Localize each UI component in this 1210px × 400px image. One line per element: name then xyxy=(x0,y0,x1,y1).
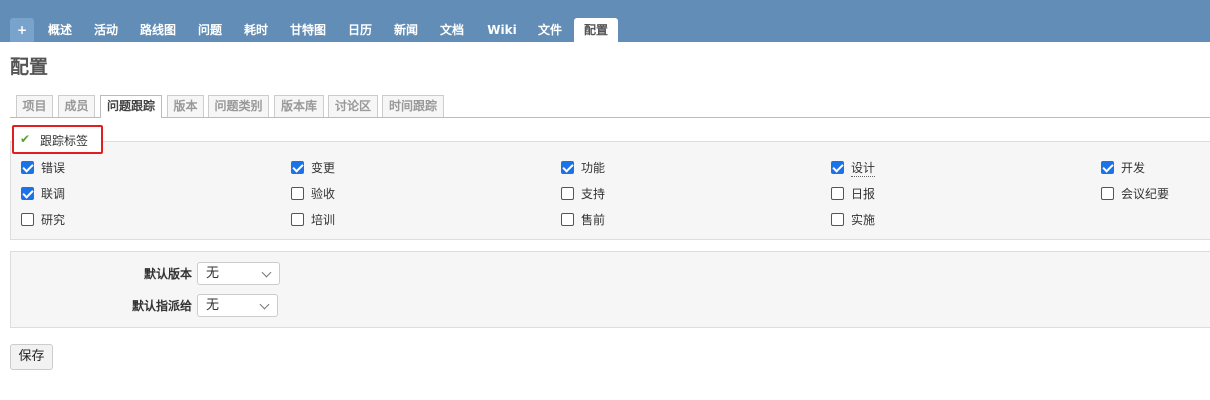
checkbox[interactable] xyxy=(1101,187,1114,200)
settings-tab-issue-categories[interactable]: 问题类别 xyxy=(208,95,269,117)
checkbox[interactable] xyxy=(831,187,844,200)
default-assignee-label: 默认指派给 xyxy=(131,299,192,313)
tab-spent-time[interactable]: 耗时 xyxy=(236,18,276,42)
tab-files[interactable]: 文件 xyxy=(530,18,570,42)
tracker-label: 变更 xyxy=(311,161,336,175)
checkbox[interactable] xyxy=(831,213,844,226)
trackers-legend[interactable]: ✔ 跟踪标签 xyxy=(12,125,103,154)
checkbox[interactable] xyxy=(21,161,34,174)
check-icon: ✔ xyxy=(20,132,31,146)
project-menu-bar: + 概述 活动 路线图 问题 耗时 甘特图 日历 新闻 文档 Wiki 文件 配… xyxy=(0,0,1210,42)
checkbox[interactable] xyxy=(1101,161,1114,174)
tracker-label: 开发 xyxy=(1121,161,1146,175)
default-assignee-select[interactable]: 无 xyxy=(197,294,278,317)
checkbox[interactable] xyxy=(291,213,304,226)
settings-tab-members[interactable]: 成员 xyxy=(58,95,95,117)
checkbox[interactable] xyxy=(291,161,304,174)
settings-tab-versions[interactable]: 版本 xyxy=(167,95,204,117)
tracker-label: 支持 xyxy=(581,187,606,201)
default-assignee-value: 无 xyxy=(206,298,220,313)
trackers-legend-label: 跟踪标签 xyxy=(40,134,89,148)
tab-documents[interactable]: 文档 xyxy=(432,18,472,42)
tab-roadmap[interactable]: 路线图 xyxy=(134,18,182,42)
chevron-down-icon xyxy=(259,299,270,310)
tab-gantt[interactable]: 甘特图 xyxy=(282,18,334,42)
tabs-divider xyxy=(10,117,1210,118)
checkbox[interactable] xyxy=(561,161,574,174)
tab-calendar[interactable]: 日历 xyxy=(340,18,380,42)
tracker-label: 错误 xyxy=(41,161,66,175)
settings-tab-repositories[interactable]: 版本库 xyxy=(274,95,324,117)
tracker-label: 会议纪要 xyxy=(1121,187,1170,201)
default-version-select[interactable]: 无 xyxy=(197,262,280,285)
tracker-label: 联调 xyxy=(41,187,66,201)
tracker-label: 实施 xyxy=(851,213,876,227)
settings-tab-time-tracking[interactable]: 时间跟踪 xyxy=(382,95,444,117)
default-version-value: 无 xyxy=(206,266,220,281)
defaults-fieldset xyxy=(10,251,1210,328)
settings-tab-forums[interactable]: 讨论区 xyxy=(328,95,378,117)
tracker-label: 日报 xyxy=(851,187,876,201)
settings-tab-project[interactable]: 项目 xyxy=(16,95,53,117)
tracker-label: 功能 xyxy=(581,161,606,175)
chevron-down-icon xyxy=(261,267,272,278)
checkbox[interactable] xyxy=(561,187,574,200)
page-title: 配置 xyxy=(10,56,49,78)
tab-new[interactable]: + xyxy=(10,18,34,42)
tab-overview[interactable]: 概述 xyxy=(40,18,80,42)
tracker-label: 售前 xyxy=(581,213,606,227)
tracker-label: 培训 xyxy=(311,213,336,227)
tracker-label: 验收 xyxy=(311,187,336,201)
default-version-label: 默认版本 xyxy=(143,267,192,281)
trackers-fieldset xyxy=(10,141,1210,240)
checkbox[interactable] xyxy=(21,213,34,226)
checkbox[interactable] xyxy=(561,213,574,226)
checkbox[interactable] xyxy=(831,161,844,174)
tab-news[interactable]: 新闻 xyxy=(386,18,426,42)
settings-tab-issue-tracking[interactable]: 问题跟踪 xyxy=(100,95,162,118)
tab-wiki[interactable]: Wiki xyxy=(480,18,524,42)
tab-issues[interactable]: 问题 xyxy=(190,18,230,42)
tab-settings[interactable]: 配置 xyxy=(574,18,618,42)
tab-activity[interactable]: 活动 xyxy=(86,18,126,42)
save-button[interactable]: 保存 xyxy=(10,344,53,370)
tracker-label: 研究 xyxy=(41,213,66,227)
checkbox[interactable] xyxy=(291,187,304,200)
checkbox[interactable] xyxy=(21,187,34,200)
tracker-label: 设计 xyxy=(851,161,876,177)
